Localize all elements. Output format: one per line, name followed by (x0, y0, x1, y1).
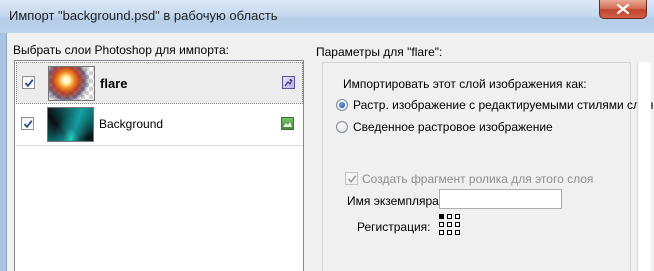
radio-flattened-bitmap[interactable] (336, 121, 348, 133)
import-as-label: Импортировать этот слой изображения как: (343, 77, 587, 91)
params-title: Параметры для "flare": (316, 45, 443, 59)
close-button[interactable] (599, 0, 647, 19)
layers-label: Выбрать слои Photoshop для импорта: (13, 43, 229, 57)
image-layer-icon (281, 117, 294, 130)
window-title: Импорт "background.psd" в рабочую област… (9, 8, 278, 23)
bitmap-layer-icon (282, 76, 295, 89)
checkmark-icon (23, 120, 33, 129)
reg-point-middle-right[interactable] (455, 222, 460, 227)
reg-point-top-left[interactable] (439, 214, 444, 219)
layer-checkbox-flare[interactable] (22, 76, 35, 89)
create-clip-checkbox[interactable] (345, 172, 358, 185)
instance-name-input[interactable] (439, 189, 562, 209)
layer-thumbnail-background (47, 107, 94, 142)
reg-point-bottom-left[interactable] (439, 230, 444, 235)
reg-point-middle-left[interactable] (439, 222, 444, 227)
reg-point-top-right[interactable] (455, 214, 460, 219)
radio-label[interactable]: Сведенное растровое изображение (353, 120, 553, 134)
reg-point-bottom-center[interactable] (447, 230, 452, 235)
layer-checkbox-background[interactable] (21, 117, 34, 130)
title-bar: Импорт "background.psd" в рабочую област… (0, 0, 654, 33)
checkmark-icon (347, 175, 357, 184)
radio-bitmap-editable-styles[interactable] (336, 99, 348, 111)
radio-label[interactable]: Растр. изображение с редактируемыми стил… (353, 98, 653, 112)
registration-label: Регистрация: (357, 220, 431, 234)
params-group: Импортировать этот слой изображения как:… (322, 62, 653, 271)
reg-point-center[interactable] (447, 222, 452, 227)
reg-point-top-center[interactable] (447, 214, 452, 219)
layer-name: flare (100, 76, 128, 91)
layer-thumbnail-flare (48, 66, 95, 101)
layer-list[interactable]: flare Background (14, 60, 304, 271)
dialog-body: Выбрать слои Photoshop для импорта: flar… (6, 33, 654, 271)
layer-row-background[interactable]: Background (16, 104, 303, 146)
params-scrollbar[interactable] (637, 62, 651, 271)
reg-point-bottom-right[interactable] (455, 230, 460, 235)
checkmark-icon (24, 79, 34, 88)
create-clip-label: Создать фрагмент ролика для этого слоя (362, 172, 594, 186)
close-icon (617, 4, 629, 14)
layer-name: Background (99, 117, 164, 131)
layer-row-flare[interactable]: flare (16, 62, 303, 104)
registration-grid[interactable] (439, 214, 460, 235)
instance-name-label: Имя экземпляра: (347, 194, 443, 208)
